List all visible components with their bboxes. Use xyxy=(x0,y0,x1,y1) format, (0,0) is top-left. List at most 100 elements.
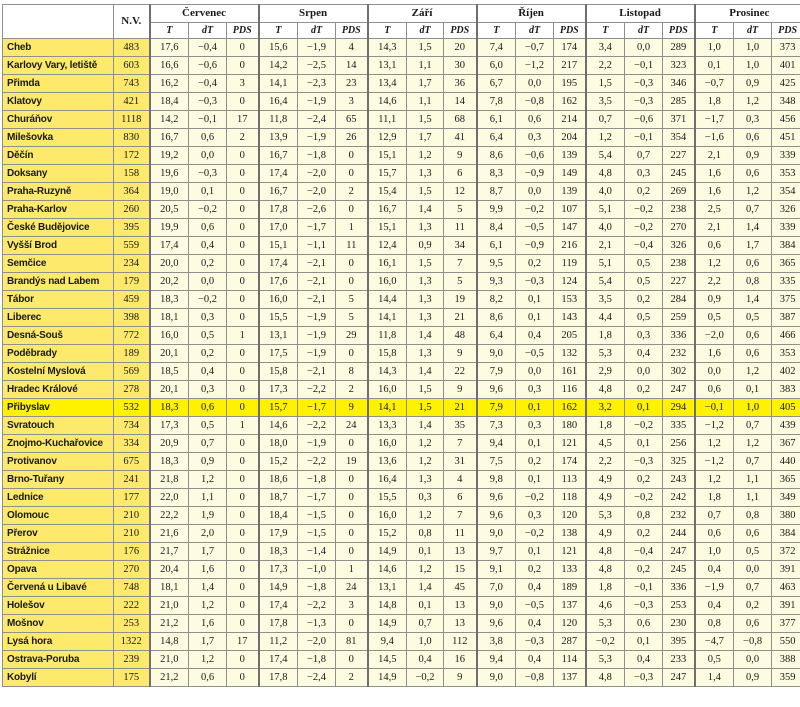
temperature-cell: 19,0 xyxy=(148,182,189,201)
deviation-cell: 1,2 xyxy=(733,434,773,453)
subheader-t: T xyxy=(366,22,408,39)
pds-cell: 15 xyxy=(443,560,478,579)
temperature-cell: 9,8 xyxy=(475,470,517,489)
deviation-cell: 1,3 xyxy=(406,308,445,327)
altitude-cell: 743 xyxy=(113,74,150,93)
altitude-cell: 222 xyxy=(113,596,150,615)
deviation-cell: −0,4 xyxy=(188,38,227,57)
temperature-cell: 0,7 xyxy=(584,110,626,129)
temperature-cell: 6,1 xyxy=(475,236,517,255)
pds-cell: 0 xyxy=(225,488,260,507)
temperature-cell: 19,9 xyxy=(148,218,189,237)
temperature-cell: 18,0 xyxy=(257,434,299,453)
pds-cell: 216 xyxy=(553,236,587,255)
deviation-cell: 0,1 xyxy=(733,380,773,399)
temperature-cell: 14,8 xyxy=(366,596,408,615)
deviation-cell: −0,5 xyxy=(515,344,555,363)
pds-cell: 1 xyxy=(335,560,369,579)
temperature-cell: 12,9 xyxy=(366,128,408,147)
temperature-cell: 12,4 xyxy=(366,236,408,255)
temperature-cell: 4,8 xyxy=(584,164,626,183)
pds-cell: 372 xyxy=(771,542,800,561)
deviation-cell: 1,2 xyxy=(733,182,773,201)
deviation-cell: −1,7 xyxy=(297,218,337,237)
deviation-cell: −2,2 xyxy=(297,380,337,399)
deviation-cell: 0,5 xyxy=(188,416,227,435)
deviation-cell: −1,3 xyxy=(297,614,337,633)
pds-cell: 118 xyxy=(553,488,587,507)
pds-cell: 36 xyxy=(443,74,478,93)
temperature-cell: 7,5 xyxy=(475,452,517,471)
temperature-cell: 1,6 xyxy=(693,182,735,201)
temperature-cell: 7,3 xyxy=(475,416,517,435)
temperature-cell: 14,6 xyxy=(366,560,408,579)
deviation-cell: 0,5 xyxy=(733,308,773,327)
table-row: Brandýs nad Labem 179 20,2 0,0 0 17,6 −2,1 0 16,… xyxy=(2,272,800,291)
pds-cell: 162 xyxy=(553,92,587,111)
temperature-cell: 6,4 xyxy=(475,326,517,345)
deviation-cell: 0,3 xyxy=(515,416,555,435)
deviation-cell: −0,3 xyxy=(624,596,664,615)
pds-cell: 0 xyxy=(225,308,260,327)
pds-cell: 269 xyxy=(662,182,696,201)
temperature-cell: 3,8 xyxy=(475,632,517,651)
temperature-cell: 14,9 xyxy=(366,542,408,561)
pds-cell: 325 xyxy=(662,452,696,471)
temperature-cell: 15,5 xyxy=(366,488,408,507)
temperature-cell: 1,5 xyxy=(584,74,626,93)
temperature-cell: −0,2 xyxy=(584,632,626,651)
pds-cell: 0 xyxy=(225,542,260,561)
deviation-cell: −2,4 xyxy=(297,668,337,687)
station-name: Doksany xyxy=(2,164,114,183)
temperature-cell: 13,3 xyxy=(366,416,408,435)
temperature-cell: 14,1 xyxy=(366,308,408,327)
header-month: Září xyxy=(366,4,478,23)
temperature-cell: 3,5 xyxy=(584,92,626,111)
deviation-cell: 1,0 xyxy=(733,398,773,417)
pds-cell: 120 xyxy=(553,614,587,633)
station-name: Klatovy xyxy=(2,92,114,111)
temperature-cell: 14,2 xyxy=(257,56,299,75)
deviation-cell: 0,0 xyxy=(188,272,227,291)
temperature-cell: 18,7 xyxy=(257,488,299,507)
pds-cell: 270 xyxy=(662,218,696,237)
temperature-cell: 4,0 xyxy=(584,182,626,201)
pds-cell: 8 xyxy=(335,362,369,381)
temperature-cell: 18,4 xyxy=(148,92,189,111)
station-name: Olomouc xyxy=(2,506,114,525)
deviation-cell: 1,2 xyxy=(406,452,445,471)
temperature-cell: 20,4 xyxy=(148,560,189,579)
temperature-cell: 11,1 xyxy=(366,110,408,129)
deviation-cell: 1,7 xyxy=(188,542,227,561)
temperature-cell: 22,0 xyxy=(148,488,189,507)
temperature-cell: 16,2 xyxy=(148,74,189,93)
temperature-cell: 4,9 xyxy=(584,488,626,507)
pds-cell: 3 xyxy=(335,596,369,615)
temperature-cell: 0,4 xyxy=(693,596,735,615)
temperature-cell: 13,1 xyxy=(257,326,299,345)
deviation-cell: 0,6 xyxy=(733,524,773,543)
deviation-cell: 0,4 xyxy=(188,236,227,255)
deviation-cell: −0,3 xyxy=(188,92,227,111)
deviation-cell: −0,3 xyxy=(624,668,664,687)
temperature-cell: 21,2 xyxy=(148,668,189,687)
pds-cell: 133 xyxy=(553,560,587,579)
deviation-cell: −1,8 xyxy=(297,650,337,669)
deviation-cell: −0,6 xyxy=(188,56,227,75)
pds-cell: 217 xyxy=(553,56,587,75)
deviation-cell: 0,1 xyxy=(515,470,555,489)
pds-cell: 0 xyxy=(225,218,260,237)
deviation-cell: 0,0 xyxy=(624,38,664,57)
station-name: Praha-Karlov xyxy=(2,200,114,219)
deviation-cell: 1,9 xyxy=(188,506,227,525)
temperature-cell: 0,9 xyxy=(693,290,735,309)
pds-cell: 189 xyxy=(553,578,587,597)
deviation-cell: 0,2 xyxy=(188,254,227,273)
temperature-cell: 0,4 xyxy=(693,560,735,579)
temperature-cell: 15,6 xyxy=(257,38,299,57)
pds-cell: 0 xyxy=(225,470,260,489)
deviation-cell: 1,4 xyxy=(733,290,773,309)
pds-cell: 21 xyxy=(443,398,478,417)
temperature-cell: 2,2 xyxy=(584,56,626,75)
pds-cell: 16 xyxy=(443,650,478,669)
